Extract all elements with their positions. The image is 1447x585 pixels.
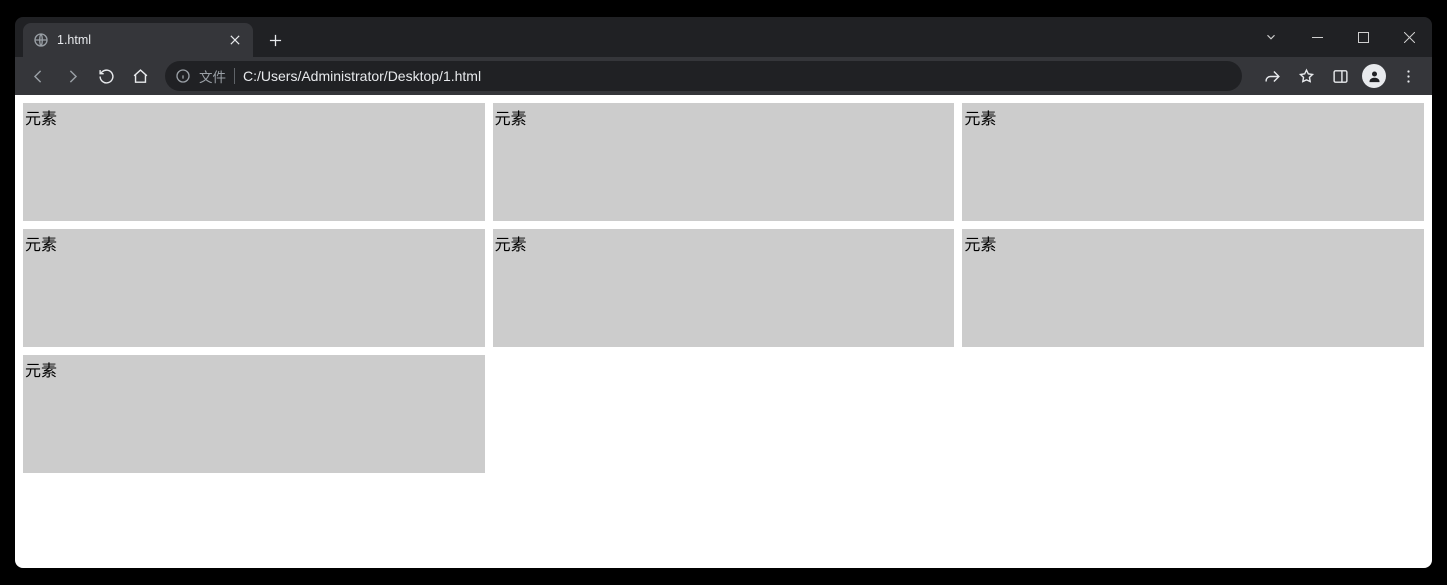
reload-button[interactable] [91,61,121,91]
omnibox-divider [234,68,235,84]
share-button[interactable] [1256,61,1288,91]
card-grid: 元素元素元素元素元素元素元素 [23,103,1424,473]
browser-toolbar: 文件 C:/Users/Administrator/Desktop/1.html [15,57,1432,95]
url-text: C:/Users/Administrator/Desktop/1.html [243,68,1232,84]
grid-card: 元素 [23,355,485,473]
globe-icon [33,32,49,48]
new-tab-button[interactable] [261,26,289,54]
grid-card: 元素 [962,229,1424,347]
window-close-button[interactable] [1386,21,1432,53]
tab-strip: 1.html [15,17,1432,57]
grid-card: 元素 [23,103,485,221]
toolbar-right [1256,61,1424,91]
bookmark-button[interactable] [1290,61,1322,91]
back-button[interactable] [23,61,53,91]
browser-window: 1.html [15,17,1432,568]
window-minimize-button[interactable] [1294,21,1340,53]
side-panel-button[interactable] [1324,61,1356,91]
home-button[interactable] [125,61,155,91]
grid-card: 元素 [493,103,955,221]
tab-close-button[interactable] [227,32,243,48]
url-scheme-label: 文件 [199,66,226,86]
tab-search-button[interactable] [1248,21,1294,53]
address-bar[interactable]: 文件 C:/Users/Administrator/Desktop/1.html [165,61,1242,91]
profile-button[interactable] [1358,61,1390,91]
grid-card: 元素 [23,229,485,347]
site-info-icon[interactable] [175,68,191,84]
avatar-icon [1362,64,1386,88]
window-controls [1248,17,1432,57]
grid-card: 元素 [493,229,955,347]
page-viewport: 元素元素元素元素元素元素元素 [15,95,1432,568]
grid-card: 元素 [962,103,1424,221]
page-body: 元素元素元素元素元素元素元素 [15,95,1432,568]
tab-title: 1.html [57,33,219,47]
browser-tab[interactable]: 1.html [23,23,253,57]
menu-button[interactable] [1392,61,1424,91]
forward-button[interactable] [57,61,87,91]
window-maximize-button[interactable] [1340,21,1386,53]
